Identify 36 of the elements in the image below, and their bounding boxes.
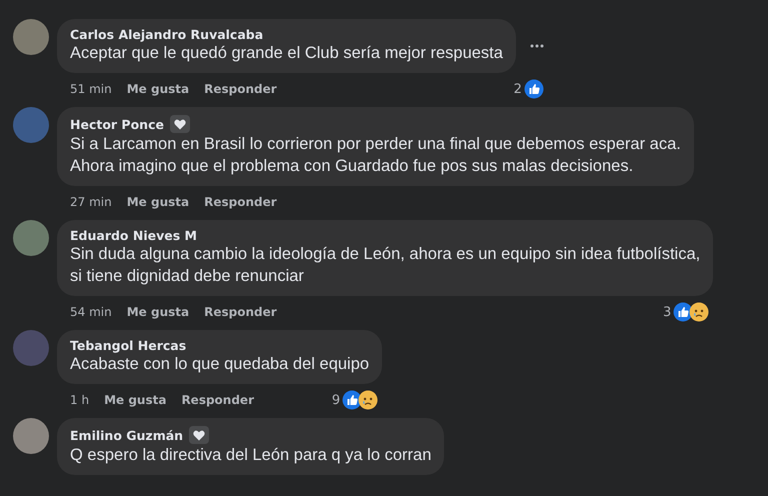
comment-time: 1 h (70, 393, 90, 407)
like-link[interactable]: Me gusta (126, 195, 190, 209)
avatar[interactable] (13, 107, 49, 143)
comment-time: 27 min (70, 195, 112, 209)
comment-text: Ahora imagino que el problema con Guardado fue pos sus malas decisiones. (70, 156, 634, 177)
comment-text: Aceptar que le quedó grande el Club sería mejor respuesta (70, 43, 503, 64)
thumbs-up-icon (524, 79, 544, 99)
like-link[interactable]: Me gusta (104, 393, 166, 407)
comment-time: 54 min (70, 305, 112, 319)
avatar[interactable] (13, 220, 49, 256)
thumbs-up-icon (673, 302, 694, 322)
author-name[interactable]: Emilino Guzmán (70, 428, 184, 442)
reply-link[interactable]: Responder (204, 305, 277, 319)
avatar[interactable] (13, 418, 49, 454)
sad-face-icon (358, 390, 378, 410)
reaction-count: 2 (514, 82, 522, 96)
comment-time: 51 min (70, 82, 112, 96)
reply-link[interactable]: Responder (204, 82, 277, 96)
reply-link[interactable]: Responder (204, 195, 277, 209)
comment-text: Si a Larcamon en Brasil lo corrieron por perder una final que debemos esperar aca. (70, 134, 681, 155)
avatar[interactable] (13, 19, 49, 55)
reaction-count: 3 (662, 304, 672, 320)
author-name[interactable]: Eduardo Nieves M (70, 228, 197, 243)
reaction-count: 9 (332, 392, 340, 408)
comment-text: Sin duda alguna cambio la ideología de León, ahora es un equipo sin idea futbolística, (70, 244, 700, 265)
author-name[interactable]: Tebangol Hercas (70, 338, 186, 353)
like-link[interactable]: Me gusta (126, 305, 190, 319)
reply-link[interactable]: Responder (181, 393, 254, 407)
comment-text: Q espero la directiva del León para q ya lo corran (70, 445, 432, 466)
author-name[interactable]: Carlos Alejandro Ruvalcaba (70, 27, 264, 42)
comment-text: Acabaste con lo que quedaba del equipo (70, 354, 370, 375)
author-name[interactable]: Hector Ponce (70, 116, 164, 132)
like-link[interactable]: Me gusta (126, 82, 190, 96)
comment-text: si tiene dignidad debe renunciar (70, 266, 305, 287)
sad-face-icon (689, 302, 710, 322)
thumbs-up-icon (342, 390, 362, 410)
